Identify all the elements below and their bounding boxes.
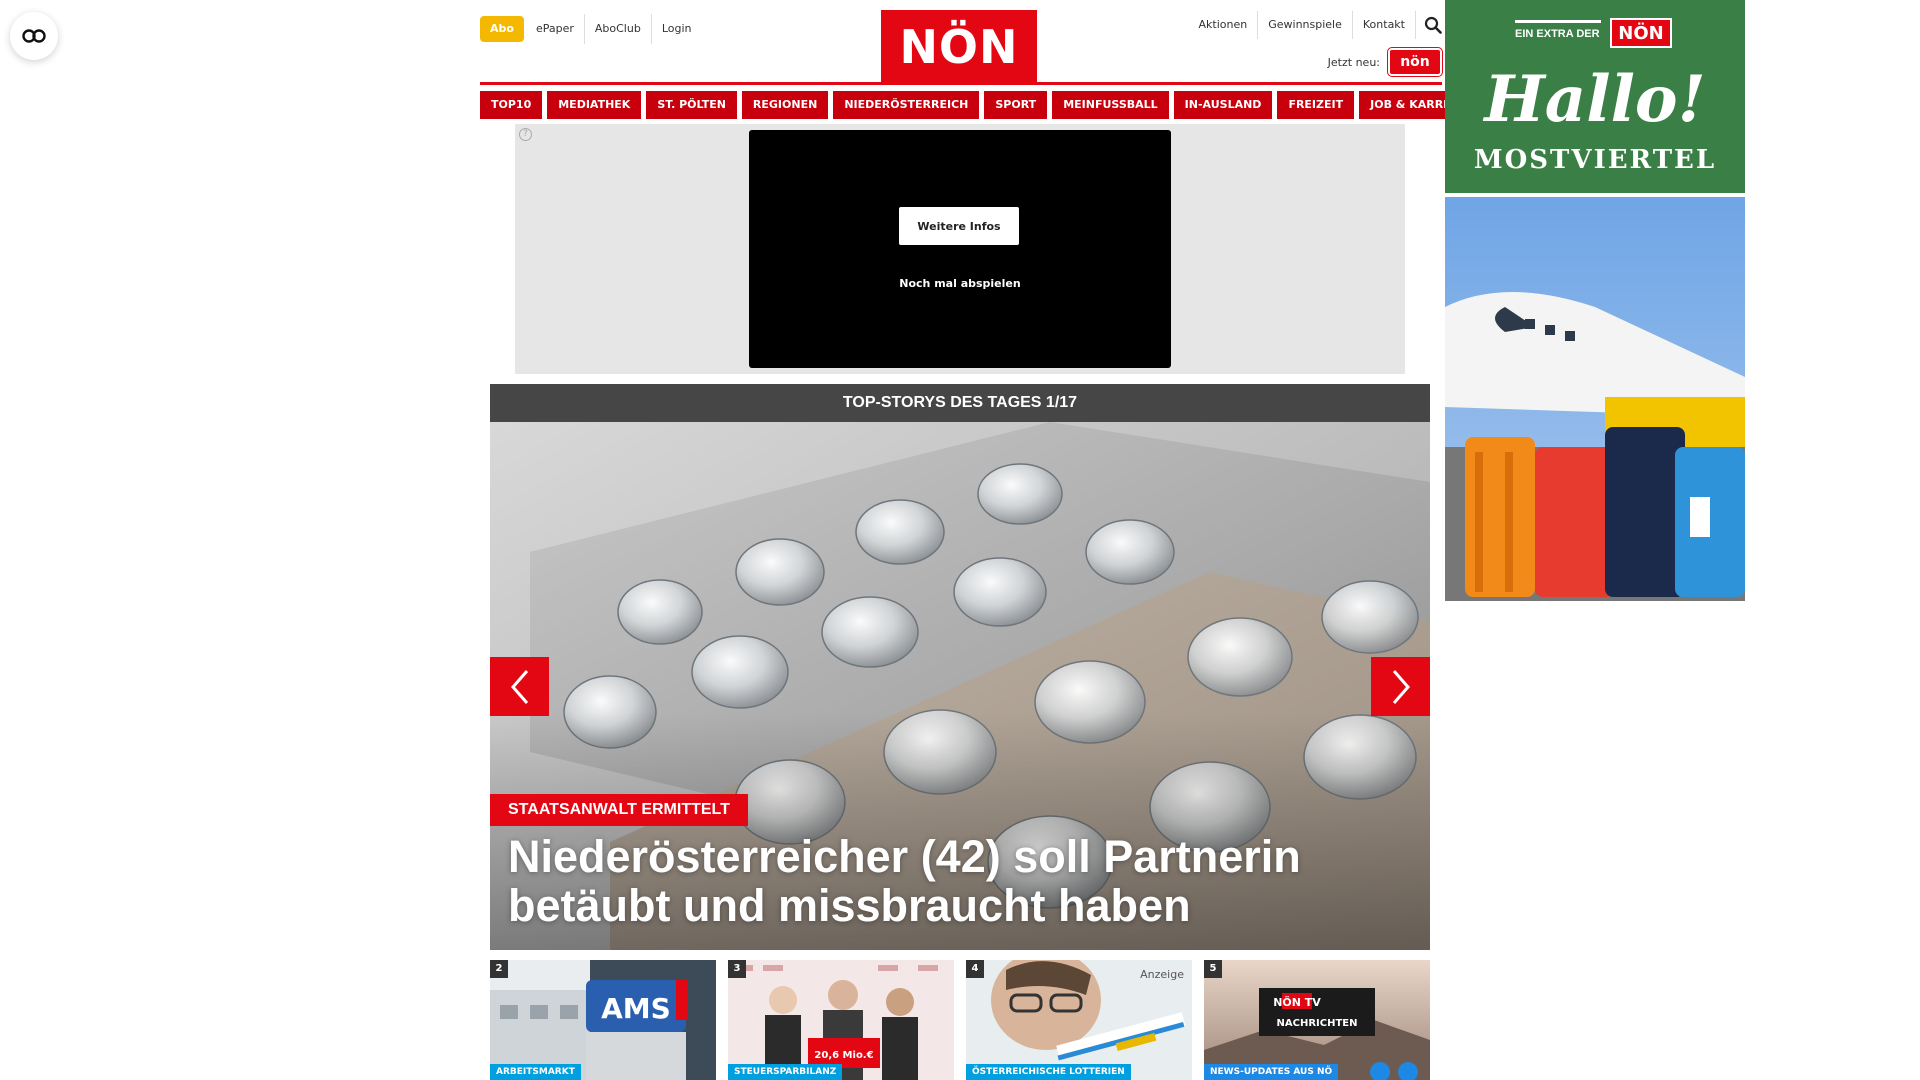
- chevron-left-icon: [510, 669, 528, 704]
- thumbnail-number: 3: [728, 960, 746, 978]
- kontakt-link[interactable]: Kontakt: [1351, 11, 1415, 39]
- accessibility-button[interactable]: [10, 12, 58, 60]
- story-kicker: STAATSANWALT ERMITTELT: [490, 794, 748, 826]
- tv-label-text: NACHRICHTEN: [1277, 1018, 1358, 1029]
- header-divider: [480, 82, 1442, 85]
- video-ad-container: ? Weitere Infos Noch mal abspielen: [515, 124, 1405, 374]
- jetzt-neu-label: Jetzt neu:: [1327, 55, 1380, 69]
- side-ad-airport-image[interactable]: [1445, 197, 1745, 601]
- login-link[interactable]: Login: [650, 14, 702, 44]
- nav-item-regionen[interactable]: REGIONEN: [741, 91, 829, 119]
- thumbnail-tag: STEUERSPARBILANZ: [728, 1064, 843, 1080]
- aktionen-link[interactable]: Aktionen: [1189, 11, 1258, 39]
- ad-info-icon[interactable]: ?: [519, 128, 532, 141]
- chevron-right-icon: [1392, 669, 1410, 704]
- main-nav: TOP10 MEDIATHEK ST. PÖLTEN REGIONEN NIED…: [480, 91, 1482, 119]
- top-links: Abo ePaper AboClub Login: [480, 14, 702, 44]
- site-header: Abo ePaper AboClub Login NÖN Aktionen Ge…: [480, 0, 1442, 86]
- region-title: MOSTVIERTEL: [1473, 145, 1717, 175]
- thumbnail-number: 5: [1204, 960, 1222, 978]
- top-stories-title: TOP-STORYS DES TAGES 1/17: [490, 384, 1430, 422]
- thumbnail-4[interactable]: 4 Anzeige ÖSTERREICHISCHE LOTTERIEN: [966, 960, 1192, 1080]
- ams-sign-text: AMS: [601, 992, 671, 1025]
- ams-building-image: AMS: [490, 960, 716, 1080]
- right-links: Aktionen Gewinnspiele Kontakt: [1189, 11, 1442, 39]
- nav-item-top10[interactable]: TOP10: [480, 91, 543, 119]
- thumbnail-2[interactable]: 2 AMS ARBEITSMARKT: [490, 960, 716, 1080]
- search-icon: [1424, 16, 1442, 34]
- noen-kids-logo: nön: [1388, 48, 1442, 76]
- airport-luggage-image: [1445, 197, 1745, 601]
- sponsored-label: Anzeige: [1140, 968, 1184, 981]
- more-info-button[interactable]: Weitere Infos: [899, 207, 1019, 245]
- jetzt-neu[interactable]: Jetzt neu: nön: [1328, 48, 1442, 76]
- thumbnail-tag: ÖSTERREICHISCHE LOTTERIEN: [966, 1064, 1131, 1080]
- nav-item-meinfussball[interactable]: MEINFUSSBALL: [1052, 91, 1169, 119]
- gewinnspiele-link[interactable]: Gewinnspiele: [1257, 11, 1352, 39]
- side-ad-hallo-mostviertel[interactable]: EIN EXTRA DER NÖN Hallo! MOSTVIERTEL: [1445, 0, 1745, 193]
- nav-item-mediathek[interactable]: MEDIATHEK: [547, 91, 642, 119]
- extra-bar-decoration: [1515, 20, 1601, 23]
- replay-button[interactable]: Noch mal abspielen: [749, 277, 1171, 290]
- aboclub-link[interactable]: AboClub: [583, 14, 651, 44]
- thumbnail-tag: NEWS-UPDATES AUS NÖ: [1204, 1064, 1339, 1080]
- nav-item-niederoesterreich[interactable]: NIEDERÖSTERREICH: [833, 91, 980, 119]
- site-logo[interactable]: NÖN: [881, 10, 1037, 83]
- epaper-link[interactable]: ePaper: [526, 14, 584, 44]
- thumbnail-3[interactable]: 3 20,6 Mio.€ STEUERSPARBILANZ: [728, 960, 954, 1080]
- nav-item-in-ausland[interactable]: IN-AUSLAND: [1173, 91, 1273, 119]
- extra-text: EIN EXTRA DER: [1515, 28, 1600, 40]
- story-headline[interactable]: Niederösterreicher (42) soll Partnerin b…: [508, 832, 1368, 930]
- tv-logo-text: NÖN TV: [1273, 995, 1321, 1009]
- slider-prev-button[interactable]: [490, 657, 549, 716]
- thumbnail-tag: ARBEITSMARKT: [490, 1064, 581, 1080]
- accessibility-icon: [22, 29, 46, 43]
- thumbnail-number: 2: [490, 960, 508, 978]
- nav-item-freizeit[interactable]: FREIZEIT: [1277, 91, 1355, 119]
- cheque-text: 20,6 Mio.€: [814, 1050, 873, 1061]
- extra-noen-logo: NÖN: [1610, 18, 1672, 48]
- noen-tv-image: NÖN TV NACHRICHTEN: [1204, 960, 1430, 1080]
- abo-button[interactable]: Abo: [480, 16, 524, 42]
- hallo-title: Hallo!: [1484, 62, 1706, 137]
- logo-text: NÖN: [899, 19, 1019, 74]
- story-thumbnails: 2 AMS ARBEITSMARKT 3 20,6 Mio.€ STEUERSP…: [490, 960, 1430, 1080]
- cheque-presentation-image: 20,6 Mio.€: [728, 960, 954, 1080]
- search-button[interactable]: [1415, 11, 1442, 39]
- slider-next-button[interactable]: [1371, 657, 1430, 716]
- nav-item-st-poelten[interactable]: ST. PÖLTEN: [646, 91, 737, 119]
- thumbnail-number: 4: [966, 960, 984, 978]
- nav-item-sport[interactable]: SPORT: [984, 91, 1048, 119]
- thumbnail-5[interactable]: 5 NÖN TV NACHRICHTEN NEWS-UPDATES AUS NÖ: [1204, 960, 1430, 1080]
- top-story-slide[interactable]: STAATSANWALT ERMITTELT Niederösterreiche…: [490, 422, 1430, 950]
- video-player[interactable]: Weitere Infos Noch mal abspielen: [749, 130, 1171, 368]
